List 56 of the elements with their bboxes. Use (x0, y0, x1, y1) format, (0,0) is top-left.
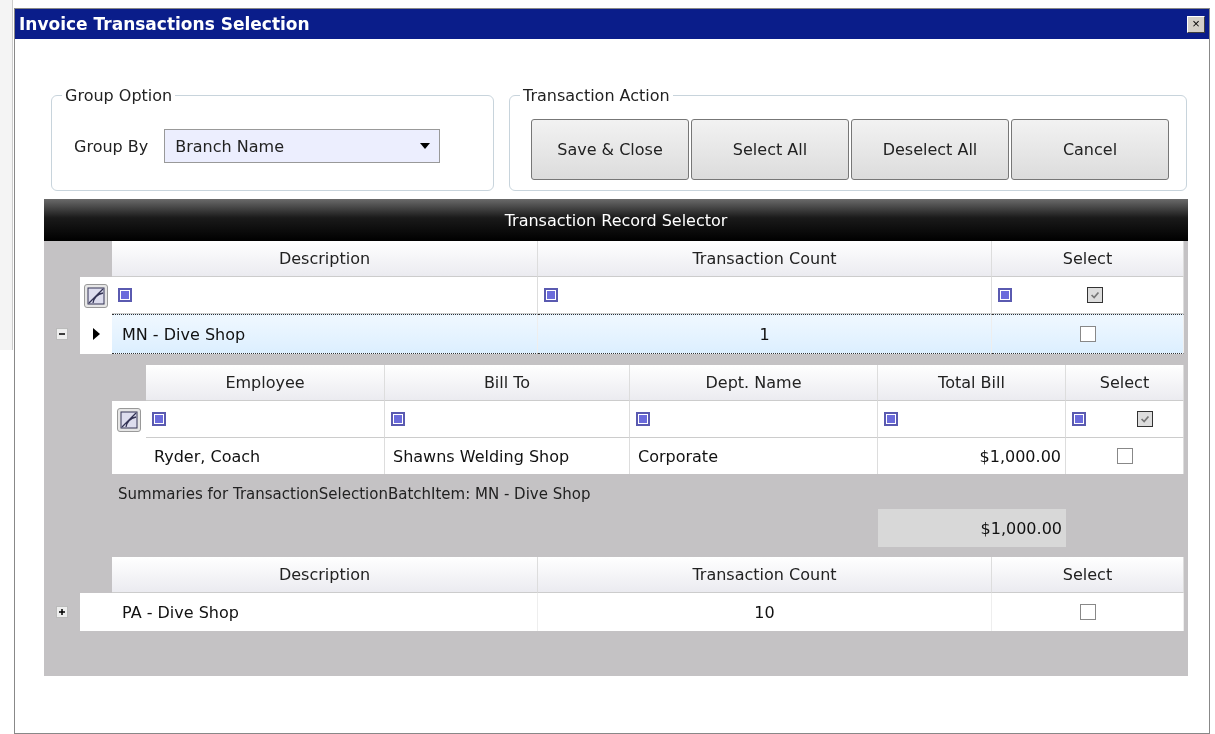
filter-icon[interactable] (884, 412, 898, 426)
summary-label: Summaries for TransactionSelectionBatchItem: MN - Dive Shop (118, 485, 592, 503)
check-icon (1089, 289, 1101, 301)
column-header[interactable]: Select (992, 557, 1184, 593)
expand-icon[interactable] (56, 606, 68, 618)
action-button[interactable]: Cancel (1011, 119, 1169, 180)
close-button[interactable]: × (1187, 15, 1205, 33)
summary-total: $1,000.00 (878, 509, 1066, 547)
detail-row[interactable]: Ryder, Coach Shawns Welding Shop Corporate $1,000.00 (112, 438, 1184, 474)
filter-icon[interactable] (1072, 412, 1086, 426)
grid-title: Transaction Record Selector (504, 210, 728, 230)
current-row-icon (92, 328, 100, 340)
column-header[interactable]: Description (112, 557, 538, 593)
column-header[interactable]: Select (1066, 365, 1184, 401)
table-cell: MN - Dive Shop (112, 314, 538, 354)
table-cell: 1 (538, 314, 992, 354)
filter-icon[interactable] (118, 288, 132, 302)
select-all-checkbox[interactable] (1137, 411, 1153, 427)
check-icon (1139, 413, 1151, 425)
filter-icon[interactable] (391, 412, 405, 426)
column-header[interactable]: Employee (146, 365, 385, 401)
column-header[interactable]: Select (992, 241, 1184, 277)
column-header[interactable]: Total Bill (878, 365, 1066, 401)
table-cell: 10 (538, 593, 992, 631)
group-row[interactable]: PA - Dive Shop 10 (44, 593, 1184, 631)
filter-clear-icon[interactable] (117, 407, 141, 432)
group-row[interactable]: MN - Dive Shop 1 (44, 314, 1184, 354)
action-button[interactable]: Select All (691, 119, 849, 180)
table-cell: Shawns Welding Shop (385, 438, 630, 474)
select-checkbox[interactable] (1079, 326, 1096, 342)
window-title: Invoice Transactions Selection (19, 14, 310, 34)
column-header[interactable]: Dept. Name (630, 365, 878, 401)
table-cell: Corporate (630, 438, 878, 474)
filter-clear-icon[interactable] (84, 283, 108, 308)
table-cell: $1,000.00 (878, 438, 1066, 474)
select-checkbox[interactable] (1079, 604, 1096, 620)
column-header[interactable]: Transaction Count (538, 557, 992, 593)
action-button[interactable]: Save & Close (531, 119, 689, 180)
caret-icon (419, 142, 432, 150)
field-label: Group By (74, 136, 149, 156)
group-by-dropdown[interactable]: Branch Name (164, 129, 441, 163)
column-header[interactable]: Bill To (385, 365, 630, 401)
panel-legend: Group Option (62, 86, 176, 105)
table-cell: PA - Dive Shop (112, 593, 538, 631)
filter-icon[interactable] (998, 288, 1012, 302)
filter-icon[interactable] (544, 288, 558, 302)
select-checkbox[interactable] (1116, 448, 1133, 464)
column-header[interactable]: Description (112, 241, 538, 277)
filter-icon[interactable] (636, 412, 650, 426)
action-button[interactable]: Deselect All (851, 119, 1009, 180)
panel-legend: Transaction Action (520, 86, 673, 105)
column-header[interactable]: Transaction Count (538, 241, 992, 277)
collapse-icon[interactable] (56, 328, 68, 340)
table-cell: Ryder, Coach (146, 438, 385, 474)
filter-icon[interactable] (152, 412, 166, 426)
select-all-checkbox[interactable] (1087, 287, 1103, 303)
